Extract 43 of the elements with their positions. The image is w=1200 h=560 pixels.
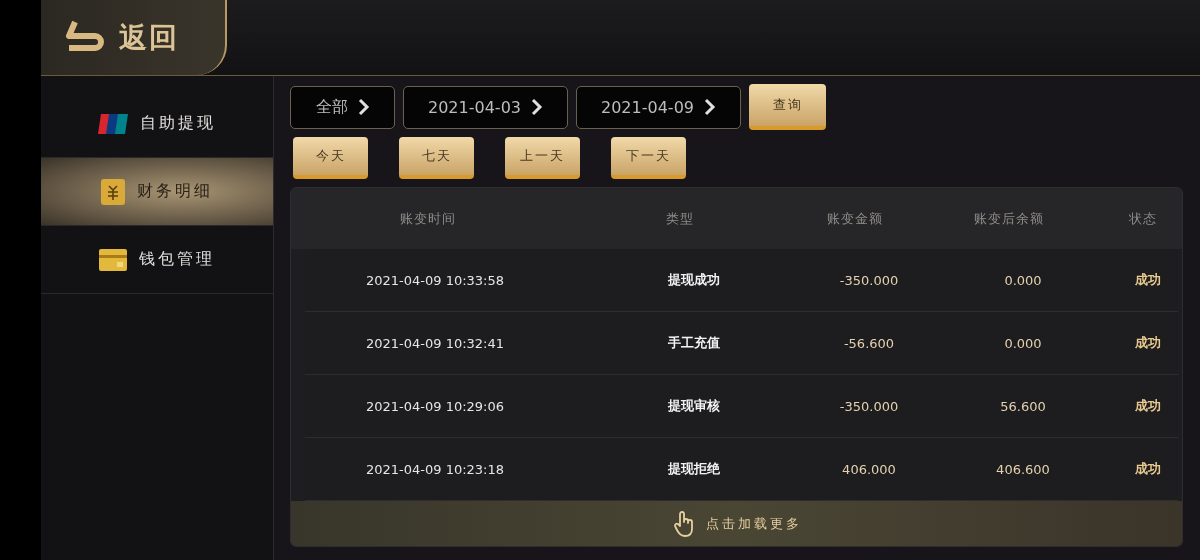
sidebar-item[interactable]: 财务明细 xyxy=(41,158,273,226)
table-cell-text: 2021-04-09 10:33:58 xyxy=(364,272,506,288)
column-header: 账变后余额 xyxy=(973,209,1045,228)
query-button[interactable]: 查询 xyxy=(749,84,826,130)
date-range-button[interactable]: 七天 xyxy=(399,137,474,179)
date-range-button[interactable]: 今天 xyxy=(293,137,368,179)
chevron-right-icon xyxy=(704,98,716,116)
column-header: 账变金额 xyxy=(826,209,884,228)
table-cell-text: -350.000 xyxy=(838,398,900,414)
date-range-button[interactable]: 下一天 xyxy=(611,137,686,179)
table-cell-text: 406.000 xyxy=(841,461,897,477)
filter-dropdown[interactable]: 全部 xyxy=(290,85,395,129)
chevron-right-icon xyxy=(531,98,543,116)
table-cell-text: 提现拒绝 xyxy=(667,460,721,478)
column-header: 账变时间 xyxy=(399,209,457,228)
table-cell-text: 成功 xyxy=(1133,397,1162,415)
table-cell-text: 提现审核 xyxy=(667,397,721,415)
chevron-right-icon xyxy=(357,98,370,116)
sidebar-item[interactable]: 钱包管理 xyxy=(41,226,273,294)
load-more-button[interactable]: 点击加载更多 xyxy=(291,501,1182,546)
table-cell-text: 成功 xyxy=(1133,271,1162,289)
tap-hand-icon xyxy=(671,509,696,538)
filter-dropdown[interactable]: 2021-04-09 xyxy=(576,85,741,129)
table-cell-text: -56.600 xyxy=(842,335,896,351)
table-cell-text: 手工充值 xyxy=(667,334,721,352)
table-cell-text: -350.000 xyxy=(838,272,900,288)
table-cell-text: 406.600 xyxy=(995,461,1051,477)
table-cell-text: 56.600 xyxy=(999,398,1047,414)
table-cell-text: 0.000 xyxy=(1003,272,1043,288)
table-cell-text: 成功 xyxy=(1133,334,1162,352)
table-cell-text: 2021-04-09 10:32:41 xyxy=(364,335,506,351)
table-cell-text: 0.000 xyxy=(1003,335,1043,351)
table-cell-text: 2021-04-09 10:29:06 xyxy=(364,398,506,414)
column-header: 状态 xyxy=(1127,209,1158,228)
back-button[interactable]: 返回 xyxy=(41,0,227,75)
table-cell-text: 成功 xyxy=(1133,460,1162,478)
column-header: 类型 xyxy=(665,209,695,228)
date-range-button[interactable]: 上一天 xyxy=(505,137,580,179)
filter-dropdown[interactable]: 2021-04-03 xyxy=(403,85,568,129)
table-cell-text: 2021-04-09 10:23:18 xyxy=(364,461,506,477)
ledger-icon xyxy=(101,178,125,205)
wallet-card-icon xyxy=(99,248,127,271)
table-cell-text: 提现成功 xyxy=(667,271,721,289)
